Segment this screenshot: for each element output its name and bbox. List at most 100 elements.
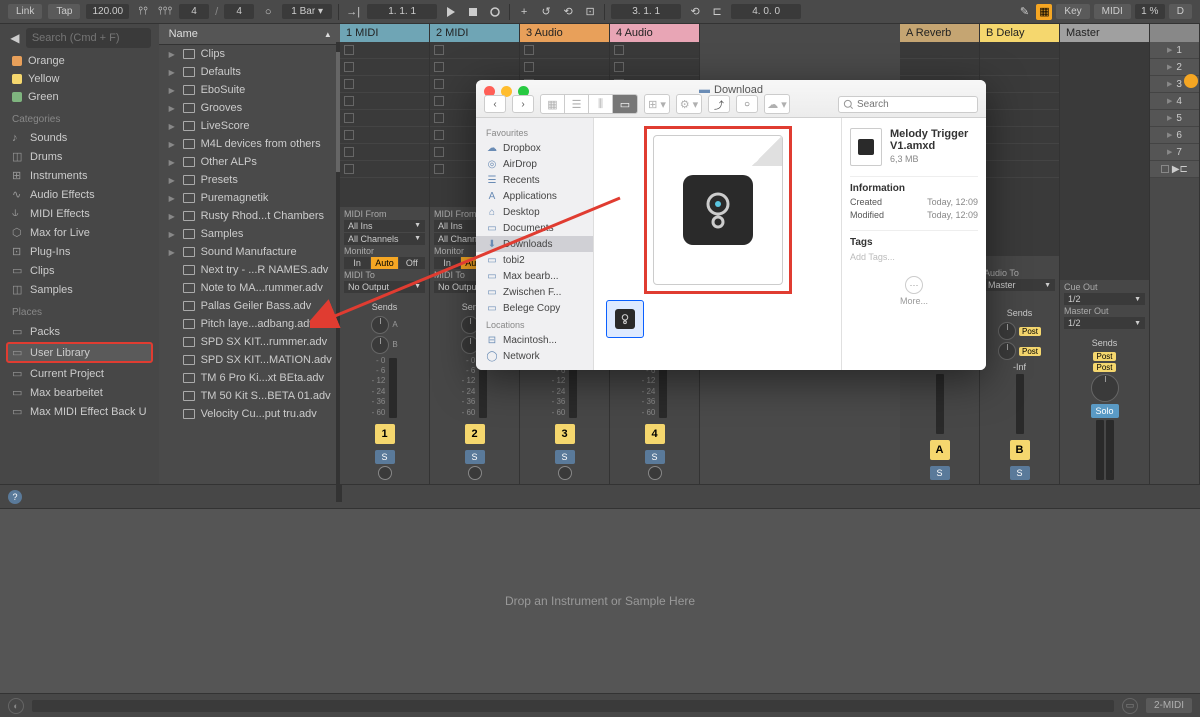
back-button[interactable]: ‹ bbox=[484, 95, 506, 113]
quantize-dropdown[interactable]: 1 Bar ▾ bbox=[282, 4, 332, 19]
file-item[interactable]: SPD SX KIT...MATION.adv bbox=[159, 351, 342, 369]
cue-volume[interactable] bbox=[1091, 374, 1119, 402]
file-item[interactable]: ▶Defaults bbox=[159, 63, 342, 81]
capture-icon[interactable]: ⊡ bbox=[582, 4, 598, 20]
file-item[interactable]: Pallas Geiler Bass.adv bbox=[159, 297, 342, 315]
cue-out-dropdown[interactable]: 1/2▼ bbox=[1064, 293, 1145, 305]
arrange-menu[interactable]: ⊞ ▾ bbox=[644, 94, 670, 114]
loop-length[interactable]: 4. 0. 0 bbox=[731, 4, 801, 19]
play-button[interactable] bbox=[443, 4, 459, 20]
clip-slot[interactable] bbox=[340, 59, 429, 76]
arm-button[interactable] bbox=[378, 466, 392, 480]
file-item[interactable]: Note to MA...rummer.adv bbox=[159, 279, 342, 297]
loop-toggle[interactable]: ⟲ bbox=[687, 4, 703, 20]
scene-launch[interactable]: ▶6 bbox=[1150, 127, 1199, 144]
more-button[interactable]: ⋯ More... bbox=[850, 276, 978, 306]
forward-button[interactable]: › bbox=[512, 95, 534, 113]
sidebar-item-applications[interactable]: AApplications bbox=[476, 188, 593, 204]
send-knob-a[interactable] bbox=[371, 316, 389, 334]
scene-launch[interactable]: ▶1 bbox=[1150, 42, 1199, 59]
category-item[interactable]: ♪Sounds bbox=[0, 129, 159, 147]
clip-stop-icon[interactable] bbox=[434, 130, 444, 140]
track-activator[interactable]: B bbox=[1010, 440, 1030, 460]
clip-stop-icon[interactable] bbox=[344, 164, 354, 174]
track-header[interactable]: 2 MIDI bbox=[430, 24, 519, 42]
monitor-in[interactable]: In bbox=[344, 257, 370, 269]
post-button[interactable]: Post bbox=[1093, 352, 1115, 361]
file-item[interactable]: ▶LiveScore bbox=[159, 117, 342, 135]
arm-button[interactable] bbox=[558, 466, 572, 480]
sidebar-item-belegecopy[interactable]: ▭Belege Copy bbox=[476, 300, 593, 316]
collection-item[interactable]: Orange bbox=[0, 52, 159, 70]
name-column-header[interactable]: Name▲ bbox=[159, 24, 342, 45]
clip-slot[interactable] bbox=[520, 59, 609, 76]
clip-slot[interactable] bbox=[340, 110, 429, 127]
monitor-auto[interactable]: Auto bbox=[371, 257, 397, 269]
file-item[interactable]: ▶Grooves bbox=[159, 99, 342, 117]
post-button[interactable]: Post bbox=[1019, 347, 1041, 356]
file-item[interactable]: ▶Puremagnetik bbox=[159, 189, 342, 207]
clip-stop-icon[interactable] bbox=[434, 113, 444, 123]
status-toggle[interactable]: ◐ bbox=[8, 698, 24, 714]
disclosure-icon[interactable]: ▶ bbox=[169, 212, 177, 221]
browser-toggle-icon[interactable]: ◀ bbox=[8, 30, 22, 46]
category-item[interactable]: ⊞Instruments bbox=[0, 166, 159, 185]
file-item[interactable]: TM 6 Pro Ki...xt BEta.adv bbox=[159, 369, 342, 387]
sidebar-item-maxbearb[interactable]: ▭Max bearb... bbox=[476, 268, 593, 284]
track-header[interactable]: 1 MIDI bbox=[340, 24, 429, 42]
track-activator[interactable]: 3 bbox=[555, 424, 575, 444]
track-header[interactable]: 4 Audio bbox=[610, 24, 699, 42]
file-preview-icon[interactable] bbox=[653, 135, 783, 285]
action-menu[interactable]: ⚙ ▾ bbox=[676, 94, 702, 114]
sidebar-item-documents[interactable]: ▭Documents bbox=[476, 220, 593, 236]
finder-sidebar[interactable]: Favourites ☁Dropbox◎AirDrop☰RecentsAAppl… bbox=[476, 118, 594, 370]
dropbox-menu[interactable]: ☁ ▾ bbox=[764, 94, 790, 114]
clip-stop-icon[interactable] bbox=[434, 164, 444, 174]
metronome-toggle[interactable]: ⫯⫯⫯ bbox=[157, 4, 173, 20]
tags-button[interactable]: ○ bbox=[736, 95, 758, 113]
clip-slot[interactable] bbox=[340, 42, 429, 59]
help-icon[interactable]: ? bbox=[8, 490, 22, 504]
disclosure-icon[interactable]: ▶ bbox=[169, 50, 177, 59]
detail-view[interactable]: Drop an Instrument or Sample Here bbox=[0, 508, 1200, 693]
file-item[interactable]: ▶Presets bbox=[159, 171, 342, 189]
sidebar-item-airdrop[interactable]: ◎AirDrop bbox=[476, 156, 593, 172]
clip-stop-icon[interactable] bbox=[434, 96, 444, 106]
clip-stop-icon[interactable] bbox=[344, 113, 354, 123]
arm-button[interactable] bbox=[648, 466, 662, 480]
category-item[interactable]: ⫝MIDI Effects bbox=[0, 204, 159, 223]
nudge-down-icon[interactable]: ○ bbox=[260, 4, 276, 20]
clip-slot[interactable] bbox=[610, 42, 699, 59]
disclosure-icon[interactable]: ▶ bbox=[169, 68, 177, 77]
tap-button[interactable]: Tap bbox=[48, 4, 80, 19]
finder-titlebar[interactable]: ▬ Download ‹ › ▦ ☰ ⫼ ▭ ⊞ ▾ ⚙ ▾ ⤴ ○ ☁ ▾ bbox=[476, 80, 986, 118]
file-item[interactable]: ▶Sound Manufacture bbox=[159, 243, 342, 261]
clip-stop-icon[interactable] bbox=[344, 96, 354, 106]
disk-overload[interactable]: D bbox=[1169, 4, 1192, 19]
file-item[interactable]: Next try - ...R NAMES.adv bbox=[159, 261, 342, 279]
sidebar-item-downloads[interactable]: ⬇Downloads bbox=[476, 236, 593, 252]
solo-button[interactable]: S bbox=[555, 450, 575, 464]
category-item[interactable]: ∿Audio Effects bbox=[0, 185, 159, 204]
clip-slot[interactable] bbox=[610, 59, 699, 76]
clip-stop-icon[interactable] bbox=[524, 62, 534, 72]
disclosure-icon[interactable]: ▶ bbox=[169, 158, 177, 167]
stop-all-clips[interactable]: ▶⊏ bbox=[1150, 161, 1199, 178]
file-item[interactable]: ▶EboSuite bbox=[159, 81, 342, 99]
track-header[interactable]: 3 Audio bbox=[520, 24, 609, 42]
scene-launch[interactable]: ▶5 bbox=[1150, 110, 1199, 127]
search-input[interactable] bbox=[26, 28, 151, 48]
file-item[interactable]: TM 50 Kit S...BETA 01.adv bbox=[159, 387, 342, 405]
column-view[interactable]: ⫼ bbox=[589, 95, 613, 113]
place-item[interactable]: ▭Packs bbox=[0, 322, 159, 341]
file-item[interactable]: Velocity Cu...put tru.adv bbox=[159, 405, 342, 423]
post-button[interactable]: Post bbox=[1093, 363, 1115, 372]
file-thumbnail[interactable] bbox=[606, 300, 644, 338]
finder-window[interactable]: ▬ Download ‹ › ▦ ☰ ⫼ ▭ ⊞ ▾ ⚙ ▾ ⤴ ○ ☁ ▾ F… bbox=[476, 80, 986, 370]
record-button[interactable] bbox=[487, 4, 503, 20]
overdub-icon[interactable]: + bbox=[516, 4, 532, 20]
sig-num[interactable]: 4 bbox=[179, 4, 209, 19]
clip-stop-icon[interactable] bbox=[434, 79, 444, 89]
collection-item[interactable]: Green bbox=[0, 88, 159, 106]
monitor-in[interactable]: In bbox=[434, 257, 460, 269]
